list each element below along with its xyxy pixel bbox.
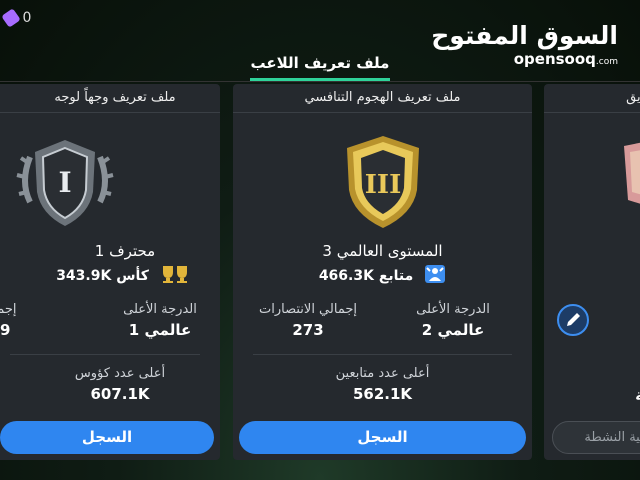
best-label: أعلى عدد متابعين <box>335 366 430 381</box>
trophies-value: 343.9K <box>56 268 112 284</box>
tab-bar: ملف تعريف اللاعب <box>0 48 640 82</box>
stat-value: عالمي 1 <box>128 321 192 339</box>
best-followers: أعلى عدد متابعين 562.1K <box>233 366 532 403</box>
card-team: فريق بية سية النشطة <box>544 84 640 460</box>
best-value: 562.1K <box>352 385 413 403</box>
followers-value: 466.3K <box>318 268 374 284</box>
rank-label: المستوى العالمي 3 <box>322 242 443 260</box>
currency-value: 0 <box>22 10 32 26</box>
trophy-icon <box>160 264 194 288</box>
trophies-unit: كأس <box>116 268 149 284</box>
followers-metric: 466.3K متابع <box>233 264 532 288</box>
gold-shield-badge: III <box>337 132 429 236</box>
stat-value: 273 <box>292 321 324 339</box>
tab-player-profile[interactable]: ملف تعريف اللاعب <box>250 54 390 72</box>
rank-label: محترف 1 <box>94 242 156 260</box>
card-header: ملف تعريف وجهاً لوجه <box>0 84 220 113</box>
stat-highest-rank: الدرجة الأعلى عالمي 2 <box>383 302 523 339</box>
badge-numeral: I <box>58 166 71 199</box>
gem-icon <box>1 8 21 28</box>
followers-unit: متابع <box>378 268 414 284</box>
stat-value: عالمي 2 <box>421 321 485 339</box>
card-head-to-head: ملف تعريف وجهاً لوجه I محترف 1 343.9K كأ… <box>0 84 220 460</box>
stat-label: الدرجة الأعلى <box>416 302 490 317</box>
currency-fragment: 0 <box>0 8 32 28</box>
best-label: أعلى عدد كؤوس <box>74 366 166 381</box>
stat-highest-rank: الدرجة الأعلى عالمي 1 <box>90 302 220 339</box>
history-button[interactable]: السجل <box>0 421 214 454</box>
top-bar: 0 السوق المفتوح opensooq.com <box>0 0 640 68</box>
badge-numeral: III <box>365 170 402 200</box>
card-header-label: فريق <box>626 90 640 105</box>
best-trophies: أعلى عدد كؤوس 607.1K <box>0 366 220 403</box>
card-competitive-attack: ملف تعريف الهجوم التنافسي III المستوى ال… <box>233 84 532 460</box>
stat-total-wins: إجمالي الانتصارات 273 <box>238 302 378 339</box>
team-crest <box>614 136 640 220</box>
best-value: 607.1K <box>90 385 150 403</box>
pencil-icon <box>567 313 580 326</box>
card-divider <box>253 354 512 355</box>
card-header: ملف تعريف الهجوم التنافسي <box>233 84 532 113</box>
trophies-metric: 343.9K كأس <box>0 264 220 288</box>
stat-label: إجمالي الانتصارات <box>259 302 357 317</box>
tab-divider <box>0 81 640 82</box>
active-filter-field[interactable]: سية النشطة <box>552 421 640 454</box>
stat-label: إجمالي الا <box>0 302 17 317</box>
silver-shield-badge: I <box>15 132 115 236</box>
fans-icon <box>424 264 446 288</box>
edit-button[interactable] <box>557 304 589 336</box>
card-divider <box>10 354 200 355</box>
stat-value: 9 <box>0 321 11 339</box>
team-stat-value: بية <box>635 386 640 404</box>
card-header: فريق <box>544 84 640 113</box>
brand-arabic: السوق المفتوح <box>431 21 618 50</box>
history-button[interactable]: السجل <box>239 421 526 454</box>
stat-label: الدرجة الأعلى <box>123 302 197 317</box>
stat-total-wins: إجمالي الا 9 <box>0 302 60 339</box>
team-stat: بية <box>544 382 640 404</box>
